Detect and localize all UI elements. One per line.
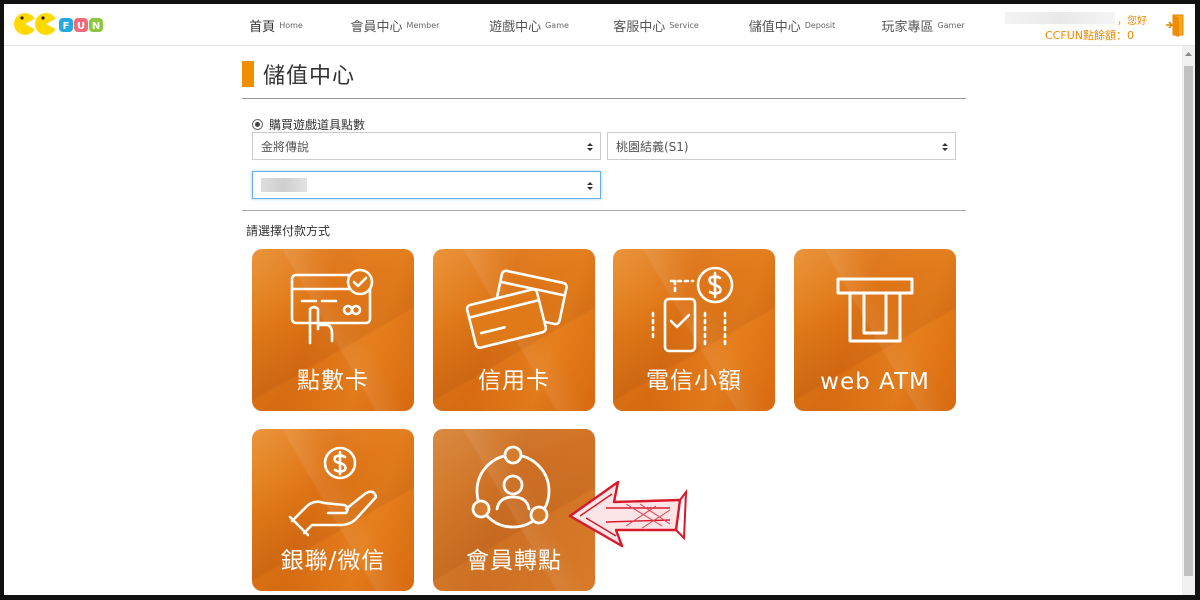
main-nav: 首頁 Home 會員中心 Member 遊戲中心 Game 客服中心 Service 儲… [234, 4, 988, 46]
nav-deposit-label: 儲值中心 [748, 19, 801, 35]
nav-gamer-en: Gamer [937, 20, 965, 30]
nav-deposit-en: Deposit [804, 20, 836, 30]
pay-point-card-button[interactable]: 點數卡 [252, 249, 414, 411]
ccfun-logo[interactable]: F U N [14, 10, 104, 40]
credit-card-label: 信用卡 [478, 368, 550, 394]
payment-method-label: 請選擇付款方式 [246, 224, 331, 238]
scroll-thumb[interactable] [1184, 66, 1193, 576]
deposit-content: 儲值中心 購買遊戲道具點數 金將傳說 桃園結義(S1) 請選擇付款方式 點數卡 … [242, 46, 966, 595]
nav-game[interactable]: 遊戲中心 Game [472, 4, 586, 46]
server-select-value: 桃園結義(S1) [616, 139, 689, 154]
nav-service[interactable]: 客服中心 Service [586, 4, 726, 46]
nav-gamer[interactable]: 玩家專區 Gamer [858, 4, 988, 46]
nav-deposit[interactable]: 儲值中心 Deposit [726, 4, 858, 46]
svg-text:F: F [63, 21, 70, 32]
purchase-radio[interactable] [252, 119, 263, 130]
nav-game-en: Game [545, 20, 569, 30]
nav-service-en: Service [669, 20, 699, 30]
purchase-option[interactable]: 購買遊戲道具點數 [252, 116, 365, 133]
logout-icon[interactable] [1165, 13, 1185, 37]
form-divider [242, 210, 966, 211]
pay-unionpay-wechat-button[interactable]: 銀聯/微信 [252, 429, 414, 591]
web-atm-label: web ATM [820, 369, 930, 395]
nav-service-label: 客服中心 [613, 19, 666, 35]
select-arrows-icon [587, 143, 593, 151]
member-transfer-label: 會員轉點 [466, 548, 562, 574]
nav-gamer-label: 玩家專區 [881, 19, 934, 35]
select-arrows-icon [942, 143, 948, 151]
telecom-label: 電信小額 [646, 368, 742, 394]
page-title: 儲值中心 [242, 60, 356, 89]
scroll-up-icon[interactable] [1182, 48, 1195, 60]
purchase-radio-label: 購買遊戲道具點數 [269, 118, 366, 132]
user-info: ，您好 CCFUN點餘額：0 [985, 10, 1185, 42]
blurred-username [1005, 12, 1115, 24]
nav-member[interactable]: 會員中心 Member [318, 4, 472, 46]
points-balance: CCFUN點餘額：0 [1045, 29, 1134, 42]
server-select[interactable]: 桃園結義(S1) [607, 132, 956, 160]
pay-telecom-button[interactable]: 電信小額 [613, 249, 775, 411]
pay-credit-card-button[interactable]: 信用卡 [433, 249, 595, 411]
page-title-text: 儲值中心 [263, 64, 356, 89]
top-header: F U N 首頁 Home 會員中心 Member 遊戲中心 Game 客服中心 Ser… [4, 4, 1195, 46]
svg-text:N: N [92, 21, 100, 32]
greeting-text: ，您好 [1117, 16, 1147, 27]
page-scrollbar[interactable] [1182, 46, 1195, 595]
title-accent-bar [242, 61, 254, 87]
nav-game-label: 遊戲中心 [489, 19, 542, 35]
game-select-value: 金將傳說 [261, 139, 310, 154]
svg-text:U: U [77, 21, 85, 32]
unionpay-wechat-label: 銀聯/微信 [280, 548, 386, 574]
character-select[interactable] [252, 171, 601, 199]
nav-member-en: Member [406, 20, 440, 30]
pay-member-transfer-button[interactable]: 會員轉點 [433, 429, 595, 591]
nav-home[interactable]: 首頁 Home [234, 4, 318, 46]
point-card-label: 點數卡 [297, 368, 369, 394]
game-select[interactable]: 金將傳說 [252, 132, 601, 160]
nav-member-label: 會員中心 [350, 19, 403, 35]
blurred-character [261, 178, 307, 192]
pay-web-atm-button[interactable]: web ATM [794, 249, 956, 411]
title-divider [242, 98, 966, 99]
nav-home-en: Home [279, 20, 303, 30]
select-arrows-icon [587, 182, 593, 190]
nav-home-label: 首頁 [249, 19, 276, 35]
